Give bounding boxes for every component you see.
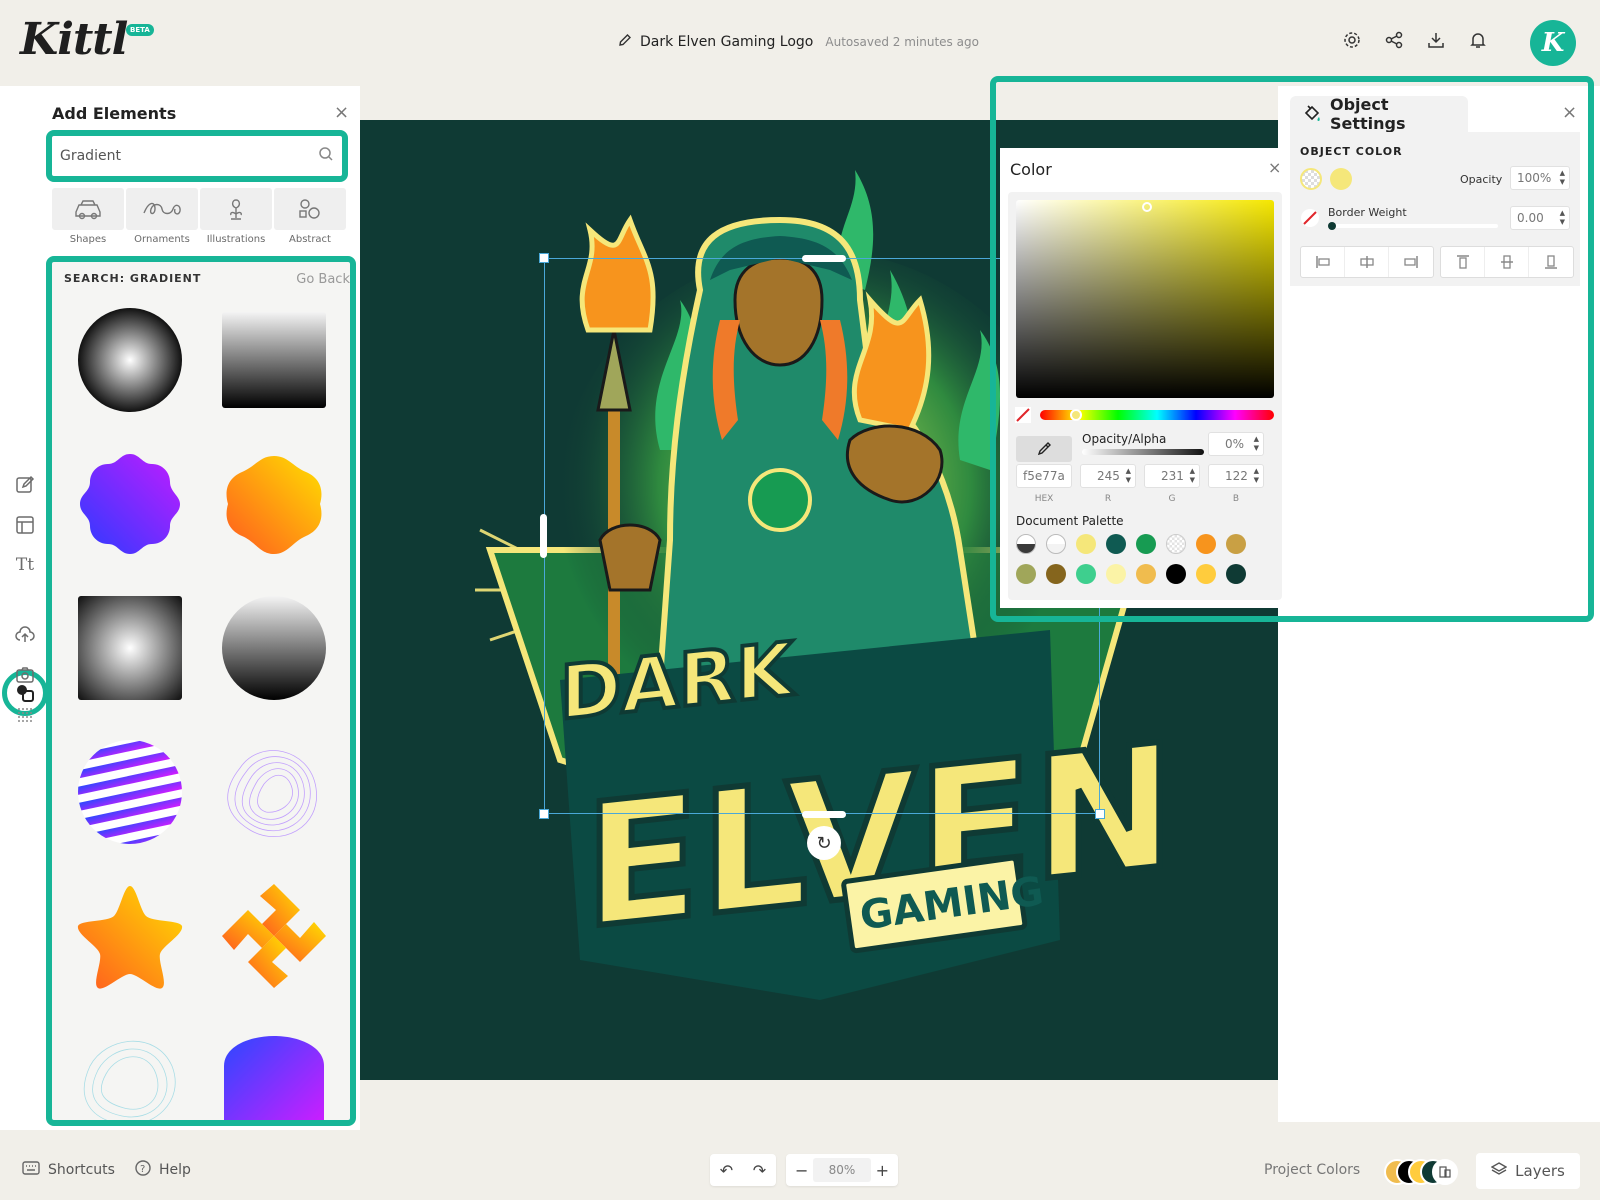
resize-handle-top-left[interactable] <box>539 253 549 263</box>
svg-text:?: ? <box>140 1164 145 1175</box>
search-results: SEARCH: GRADIENT Go Back <box>46 256 356 1126</box>
palette-edit-icon <box>1432 1159 1458 1185</box>
layout-icon[interactable] <box>14 514 36 536</box>
result-radial-gray-circle[interactable] <box>76 306 184 414</box>
resize-handle-bottom[interactable] <box>802 811 846 818</box>
project-colors-swatches[interactable] <box>1384 1159 1460 1185</box>
result-orange-star[interactable] <box>76 882 184 990</box>
result-gray-black-circle[interactable] <box>220 594 328 702</box>
camera-icon[interactable] <box>14 664 36 686</box>
close-icon[interactable]: × <box>334 102 349 123</box>
result-teal-wave-blob[interactable] <box>76 1026 184 1120</box>
share-icon[interactable] <box>1384 30 1404 50</box>
resize-handle-bottom-left[interactable] <box>539 809 549 819</box>
category-label: Ornaments <box>134 234 190 245</box>
document-title-area: Dark Elven Gaming Logo Autosaved 2 minut… <box>618 32 979 51</box>
highlight-frame <box>990 76 1594 622</box>
results-heading: SEARCH: GRADIENT <box>64 272 202 285</box>
beta-badge: BETA <box>126 24 154 36</box>
help-button[interactable]: ? Help <box>135 1160 191 1180</box>
help-icon: ? <box>135 1160 151 1180</box>
result-blue-purple-blob[interactable] <box>76 450 184 558</box>
resize-handle-left[interactable] <box>540 514 547 558</box>
zoom-value[interactable]: 80% <box>813 1158 871 1182</box>
flower-icon <box>200 188 272 230</box>
category-abstract[interactable]: Abstract <box>274 188 346 245</box>
layers-label: Layers <box>1515 1162 1565 1180</box>
kittl-logo[interactable]: Kittl <box>20 14 128 65</box>
grid-icon[interactable] <box>14 704 36 726</box>
search-icon[interactable] <box>318 146 334 166</box>
undo-icon[interactable]: ↶ <box>714 1161 740 1180</box>
rotate-handle[interactable]: ↻ <box>807 826 841 860</box>
bell-icon[interactable] <box>1468 30 1488 50</box>
left-rail: Tt <box>0 86 52 1130</box>
add-elements-panel: Add Elements × Shapes Ornaments <box>46 86 360 1130</box>
category-illustrations[interactable]: Illustrations <box>200 188 272 245</box>
zoom-out-button[interactable]: − <box>790 1161 813 1180</box>
result-orange-yellow-blob[interactable] <box>220 450 328 558</box>
search-field[interactable] <box>46 130 348 182</box>
result-blue-purple-shape[interactable] <box>220 1026 328 1120</box>
project-colors-label[interactable]: Project Colors <box>1264 1162 1360 1178</box>
layers-icon <box>1490 1161 1508 1181</box>
search-input[interactable] <box>60 144 330 168</box>
top-actions <box>1342 30 1488 50</box>
result-gray-black-square[interactable] <box>220 306 328 414</box>
resize-handle-bottom-right[interactable] <box>1095 809 1105 819</box>
pencil-icon[interactable] <box>618 32 632 51</box>
category-ornaments[interactable]: Ornaments <box>126 188 198 245</box>
result-orange-diamond-knot[interactable] <box>220 882 328 990</box>
settings-icon[interactable] <box>1342 30 1362 50</box>
autosave-status: Autosaved 2 minutes ago <box>825 34 979 49</box>
keyboard-icon <box>22 1161 40 1179</box>
layers-button[interactable]: Layers <box>1476 1153 1580 1189</box>
car-shape-icon <box>52 188 124 230</box>
top-bar: Kittl BETA Dark Elven Gaming Logo Autosa… <box>0 0 1600 86</box>
category-label: Shapes <box>69 234 107 245</box>
document-title[interactable]: Dark Elven Gaming Logo <box>640 34 813 50</box>
edit-icon[interactable] <box>14 474 36 496</box>
result-purple-wave-blob[interactable] <box>220 738 328 846</box>
category-label: Illustrations <box>206 234 266 245</box>
result-purple-striped-sphere[interactable] <box>76 738 184 846</box>
ornament-icon <box>126 188 198 230</box>
panel-title: Add Elements <box>52 104 177 123</box>
user-avatar[interactable]: K <box>1530 20 1576 66</box>
redo-icon[interactable]: ↷ <box>747 1161 773 1180</box>
bottom-left-actions: Shortcuts ? Help <box>22 1160 191 1180</box>
circles-icon <box>274 188 346 230</box>
shortcuts-label: Shortcuts <box>48 1162 115 1178</box>
category-label: Abstract <box>289 234 331 245</box>
history-controls: ↶ ↷ <box>710 1154 776 1186</box>
result-radial-gray-square[interactable] <box>76 594 184 702</box>
resize-handle-top[interactable] <box>802 255 846 262</box>
zoom-in-button[interactable]: + <box>871 1161 894 1180</box>
download-icon[interactable] <box>1426 30 1446 50</box>
zoom-box: − 80% + <box>786 1154 898 1186</box>
text-icon[interactable]: Tt <box>14 554 36 576</box>
go-back-link[interactable]: Go Back <box>296 272 350 287</box>
help-label: Help <box>158 1162 191 1178</box>
category-shapes[interactable]: Shapes <box>52 188 124 245</box>
shortcuts-button[interactable]: Shortcuts <box>22 1161 115 1179</box>
category-row: Shapes Ornaments Illustrations Abstract <box>52 188 346 245</box>
upload-icon[interactable] <box>14 624 36 646</box>
zoom-controls: ↶ ↷ − 80% + <box>710 1154 898 1186</box>
